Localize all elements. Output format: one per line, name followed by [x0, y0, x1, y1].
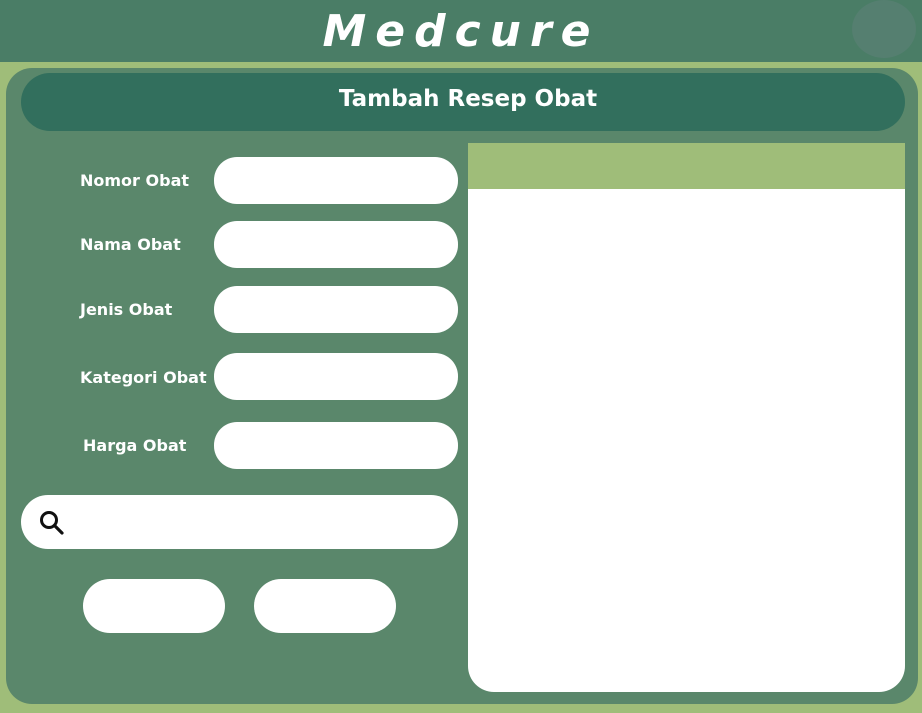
jenis-obat-input[interactable] — [214, 286, 458, 333]
search-input[interactable] — [72, 500, 442, 544]
nomor-obat-label: Nomor Obat — [80, 171, 190, 190]
kategori-obat-input[interactable] — [214, 353, 458, 400]
jenis-obat-label: Jenis Obat — [80, 300, 173, 319]
table-header — [468, 143, 905, 189]
harga-obat-label: Harga Obat — [83, 436, 187, 455]
kategori-obat-label: Kategori Obat — [80, 368, 207, 387]
nama-obat-label: Nama Obat — [80, 235, 181, 254]
avatar[interactable] — [852, 0, 916, 58]
harga-obat-input[interactable] — [214, 422, 458, 469]
second-action-button[interactable] — [254, 579, 396, 633]
page-title: Tambah Resep Obat — [338, 86, 598, 112]
data-table[interactable] — [468, 143, 905, 692]
first-action-button[interactable] — [83, 579, 225, 633]
search-icon[interactable] — [38, 509, 66, 537]
app-title: Medcure — [322, 6, 600, 57]
nomor-obat-input[interactable] — [214, 157, 458, 204]
nama-obat-input[interactable] — [214, 221, 458, 268]
